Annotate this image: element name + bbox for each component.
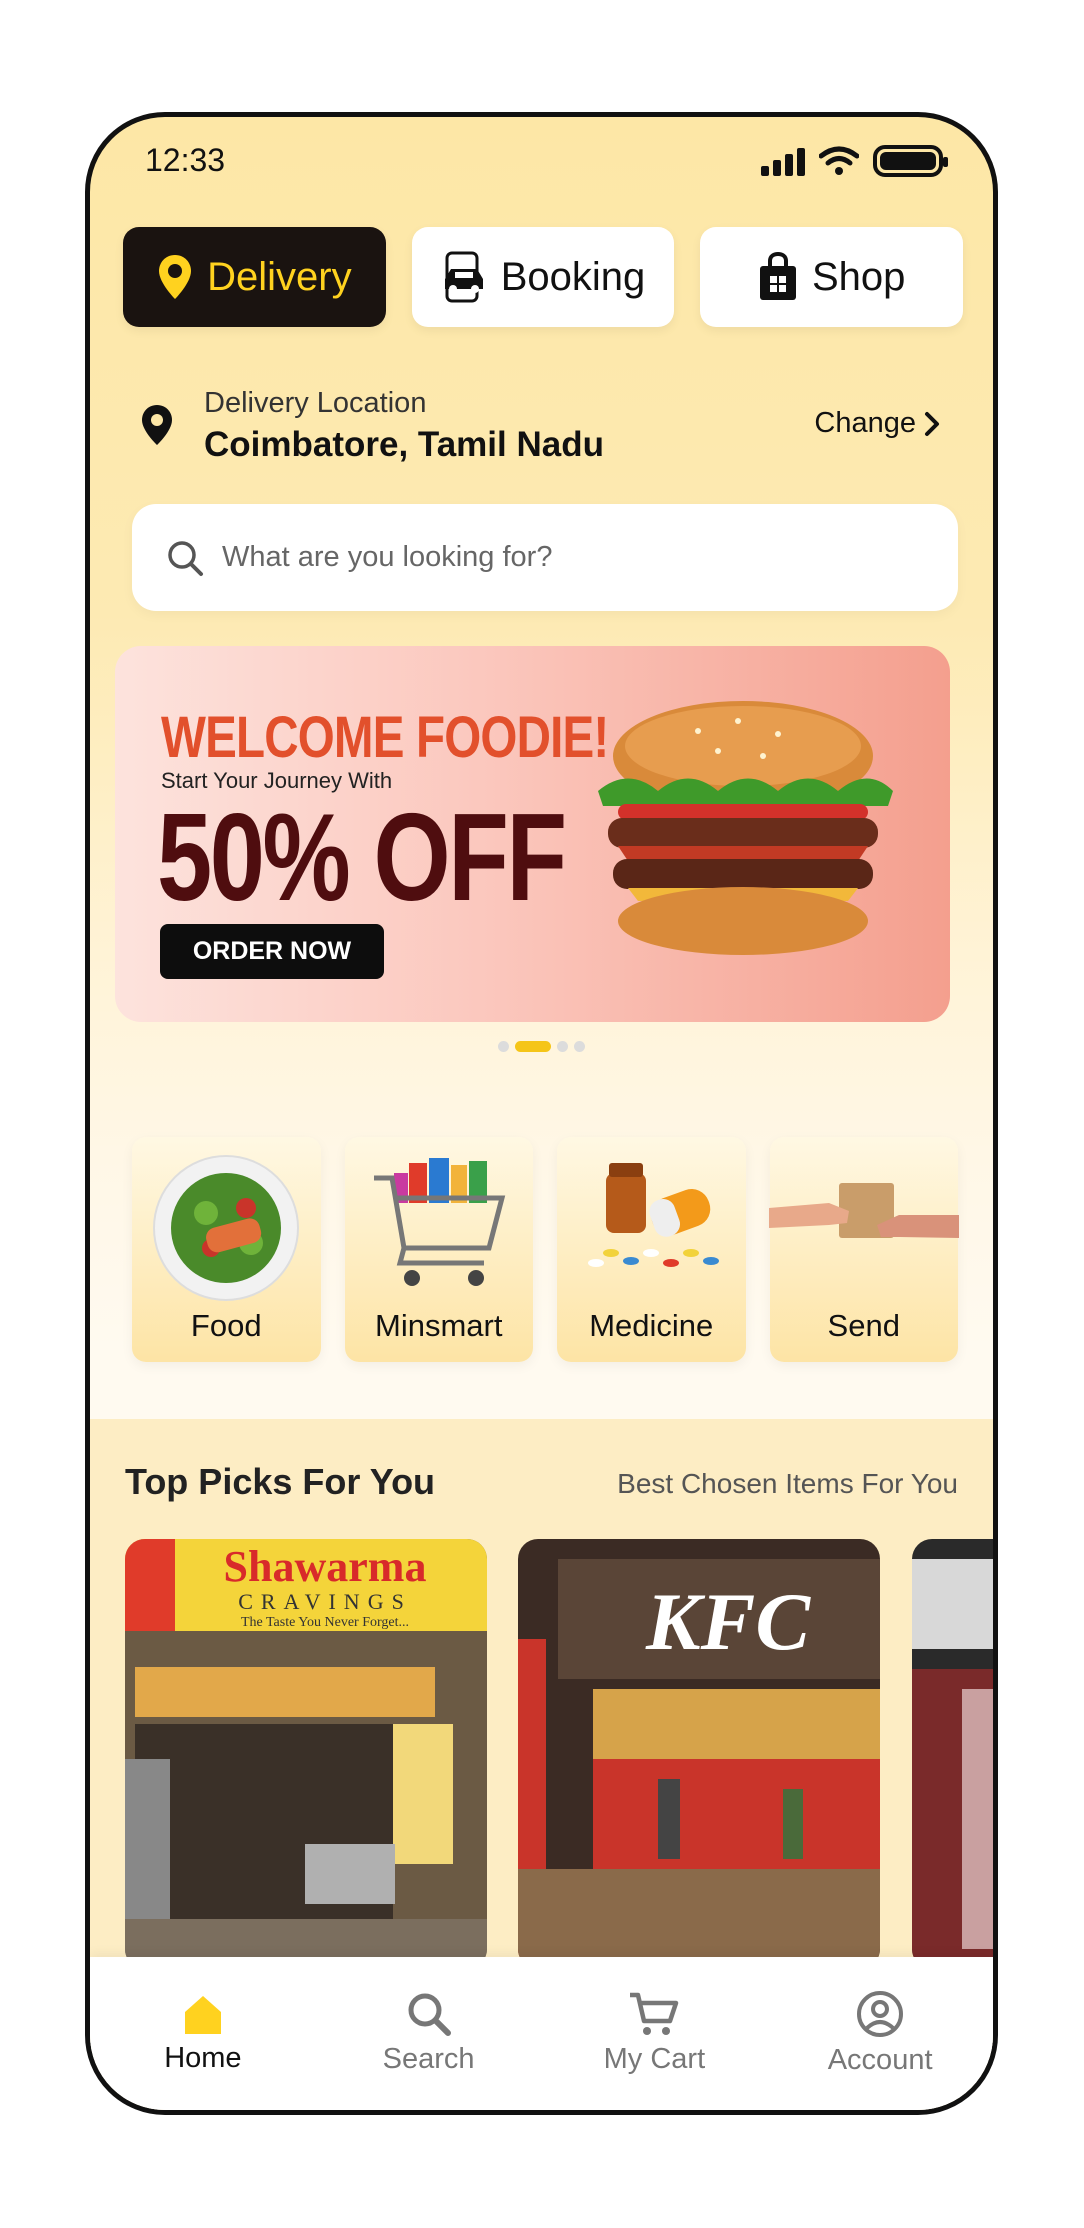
change-label: Change (814, 407, 916, 439)
location-pin-icon (159, 255, 192, 299)
phone-frame: 12:33 Delivery Booking Shop Delivery Loc… (85, 112, 998, 2115)
status-time: 12:33 (145, 142, 226, 178)
parcel-handover-image (768, 1183, 959, 1238)
grocery-cart-image (373, 1158, 505, 1286)
promo-banner[interactable]: WELCOME FOODIE! Start Your Journey With … (115, 646, 950, 1022)
nav-cart[interactable]: My Cart (564, 1991, 744, 2076)
tab-delivery[interactable]: Delivery (123, 227, 386, 327)
search-icon (408, 1993, 451, 2036)
tab-booking[interactable]: Booking (411, 227, 675, 327)
carousel-dots (90, 1041, 993, 1052)
nav-home[interactable]: Home (113, 1992, 293, 2075)
medicine-bottles-image (588, 1163, 720, 1267)
car-booking-icon (444, 251, 483, 303)
category-label: Send (827, 1308, 900, 1343)
top-picks-title: Top Picks For You (125, 1461, 436, 1502)
category-label: Medicine (589, 1308, 714, 1343)
change-location-button[interactable]: Change (814, 407, 940, 440)
shawarma-sign-tagline: The Taste You Never Forget... (241, 1615, 409, 1630)
nav-label: Account (827, 2044, 933, 2076)
signal-icon (761, 146, 805, 176)
restaurant-card-partial[interactable] (912, 1539, 993, 1969)
wifi-icon (819, 146, 859, 175)
restaurant-card-kfc[interactable]: KFC (518, 1539, 880, 1969)
home-icon (184, 1996, 221, 2034)
top-picks-subtitle: Best Chosen Items For You (617, 1468, 958, 1499)
location-label: Delivery Location (204, 387, 427, 419)
category-minsmart[interactable]: Minsmart (344, 1137, 533, 1362)
map-pin-icon (142, 405, 172, 445)
search-placeholder: What are you looking for? (222, 541, 553, 573)
tab-label: Booking (500, 254, 646, 299)
category-medicine[interactable]: Medicine (557, 1137, 746, 1362)
bottom-nav: Home Search My Cart Account (90, 1957, 993, 2110)
shopping-bag-icon (759, 252, 796, 300)
burger-image (598, 701, 893, 955)
nav-label: Search (382, 2043, 475, 2075)
tab-label: Shop (811, 254, 906, 299)
tab-shop[interactable]: Shop (700, 227, 964, 327)
kfc-sign-text: KFC (645, 1576, 811, 1667)
mode-tabs: Delivery Booking Shop (123, 227, 964, 327)
category-send[interactable]: Send (768, 1137, 959, 1362)
status-icons (761, 145, 948, 177)
nav-account[interactable]: Account (790, 1990, 970, 2077)
location-city: Coimbatore, Tamil Nadu (204, 425, 604, 464)
category-label: Minsmart (375, 1308, 503, 1343)
carousel-dot[interactable] (557, 1041, 568, 1052)
carousel-dot[interactable] (498, 1041, 509, 1052)
nav-search[interactable]: Search (339, 1991, 519, 2076)
tab-label: Delivery (207, 254, 352, 299)
order-now-button[interactable]: ORDER NOW (160, 924, 384, 979)
carousel-dot[interactable] (574, 1041, 585, 1052)
chevron-right-icon (925, 411, 939, 436)
nav-label: My Cart (603, 2043, 706, 2075)
account-icon (857, 1991, 904, 2037)
search-input[interactable]: What are you looking for? (132, 504, 958, 611)
nav-label: Home (164, 2042, 242, 2074)
salad-plate-image (153, 1155, 300, 1301)
category-label: Food (190, 1308, 262, 1343)
shawarma-sign-subtitle: CRAVINGS (238, 1589, 412, 1614)
battery-icon (873, 145, 948, 177)
restaurant-storefront-image (912, 1539, 993, 1969)
kfc-storefront-image: KFC (518, 1539, 880, 1969)
search-icon (168, 540, 203, 576)
banner-offer: 50% OFF (157, 789, 567, 927)
banner-headline: WELCOME FOODIE! (161, 705, 609, 770)
shawarma-storefront-image: Shawarma CRAVINGS The Taste You Never Fo… (125, 1539, 487, 1969)
shawarma-sign-title: Shawarma (224, 1542, 427, 1591)
delivery-location: Delivery Location Coimbatore, Tamil Nadu… (140, 385, 940, 465)
restaurant-card-shawarma[interactable]: Shawarma CRAVINGS The Taste You Never Fo… (125, 1539, 487, 1969)
category-food[interactable]: Food (132, 1137, 321, 1362)
carousel-dot-active[interactable] (515, 1041, 551, 1052)
category-list: Food Minsmart Medicine Send (132, 1137, 959, 1362)
cart-icon (630, 1992, 679, 2035)
